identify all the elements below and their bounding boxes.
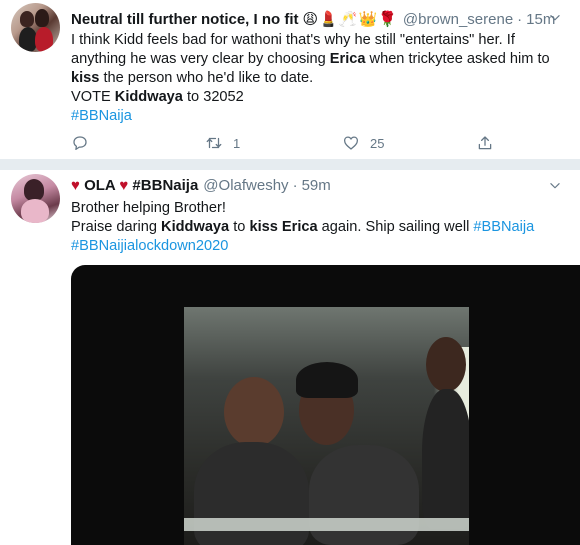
text-segment: again. Ship sailing well <box>317 219 474 235</box>
separator-dot: · <box>292 176 298 194</box>
share-icon <box>478 136 492 150</box>
tweet-brown-serene[interactable]: Neutral till further notice, I no fit 😩💄… <box>0 0 580 160</box>
name-emojis: 😩💄🥂👑🌹 <box>302 11 398 28</box>
text-segment: VOTE <box>71 89 115 105</box>
share-button[interactable] <box>476 132 494 154</box>
name-text: OLA <box>79 176 120 194</box>
text-segment: Brother helping Brother! <box>71 200 226 216</box>
like-count: 25 <box>370 135 385 151</box>
timeline-divider <box>0 160 580 170</box>
avatar-figure <box>21 199 49 223</box>
name-text: #BBNaija <box>128 176 199 194</box>
highlight-erica: Erica <box>281 219 318 235</box>
reply-button[interactable] <box>71 132 99 154</box>
heart-emoji: ♥ <box>119 176 129 194</box>
text-segment: when trickytee asked him to <box>365 51 550 67</box>
text-segment: to 32052 <box>182 89 244 105</box>
hashtag-link[interactable]: #BBNaija <box>71 108 132 124</box>
avatar[interactable] <box>11 3 60 52</box>
video-frame <box>184 307 469 545</box>
text-segment: the person who he'd like to date. <box>99 70 314 86</box>
tweet-header: Neutral till further notice, I no fit 😩💄… <box>71 9 560 29</box>
tweet-text: Brother helping Brother! Praise daring K… <box>71 199 562 256</box>
tweet-header: ♥ OLA ♥ #BBNaija @Olafweshy · 59m <box>71 175 560 195</box>
user-handle[interactable]: @brown_serene <box>403 11 513 28</box>
avatar-figure <box>35 27 53 52</box>
hashtag-link[interactable]: #BBNaija <box>473 219 534 235</box>
highlight-kiss: kiss <box>71 70 100 86</box>
display-name[interactable]: ♥ OLA ♥ #BBNaija <box>71 177 198 194</box>
text-segment: Praise daring <box>71 219 162 235</box>
video-figure-body <box>422 389 469 529</box>
reply-icon <box>73 136 87 151</box>
video-figure-head <box>426 337 466 392</box>
retweet-count: 1 <box>233 135 241 151</box>
chevron-down-icon[interactable] <box>548 179 562 193</box>
retweet-button[interactable]: 1 <box>205 132 240 154</box>
chevron-down-icon[interactable] <box>548 11 562 25</box>
text-segment: to <box>229 219 250 235</box>
user-handle[interactable]: @Olafweshy <box>203 177 288 194</box>
like-button[interactable]: 25 <box>342 132 384 154</box>
tweet-video[interactable] <box>71 265 580 545</box>
heart-emoji: ♥ <box>71 176 80 194</box>
tweet-text: I think Kidd feels bad for wathoni that'… <box>71 31 562 126</box>
avatar[interactable] <box>11 174 60 223</box>
avatar-figure <box>35 9 49 27</box>
avatar-figure <box>24 179 44 201</box>
display-name[interactable]: Neutral till further notice, I no fit <box>71 11 299 28</box>
video-figure-head <box>224 377 284 447</box>
video-ticker <box>184 518 469 531</box>
highlight-kiddwaya: Kiddwaya <box>114 89 183 105</box>
video-figure-hair <box>296 362 358 398</box>
highlight-kiss: kiss <box>249 219 278 235</box>
separator-dot: · <box>517 10 523 28</box>
retweet-icon <box>206 137 222 149</box>
hashtag-link[interactable]: #BBNaijialockdown2020 <box>71 238 228 254</box>
highlight-erica: Erica <box>329 51 366 67</box>
tweet-olafweshy[interactable]: ♥ OLA ♥ #BBNaija @Olafweshy · 59m Brothe… <box>0 170 580 545</box>
heart-icon <box>343 136 359 150</box>
tweet-actions: 1 25 <box>71 132 531 154</box>
avatar-figure <box>20 11 34 27</box>
timestamp[interactable]: 59m <box>302 177 331 194</box>
highlight-kiddwaya: Kiddwaya <box>161 219 230 235</box>
